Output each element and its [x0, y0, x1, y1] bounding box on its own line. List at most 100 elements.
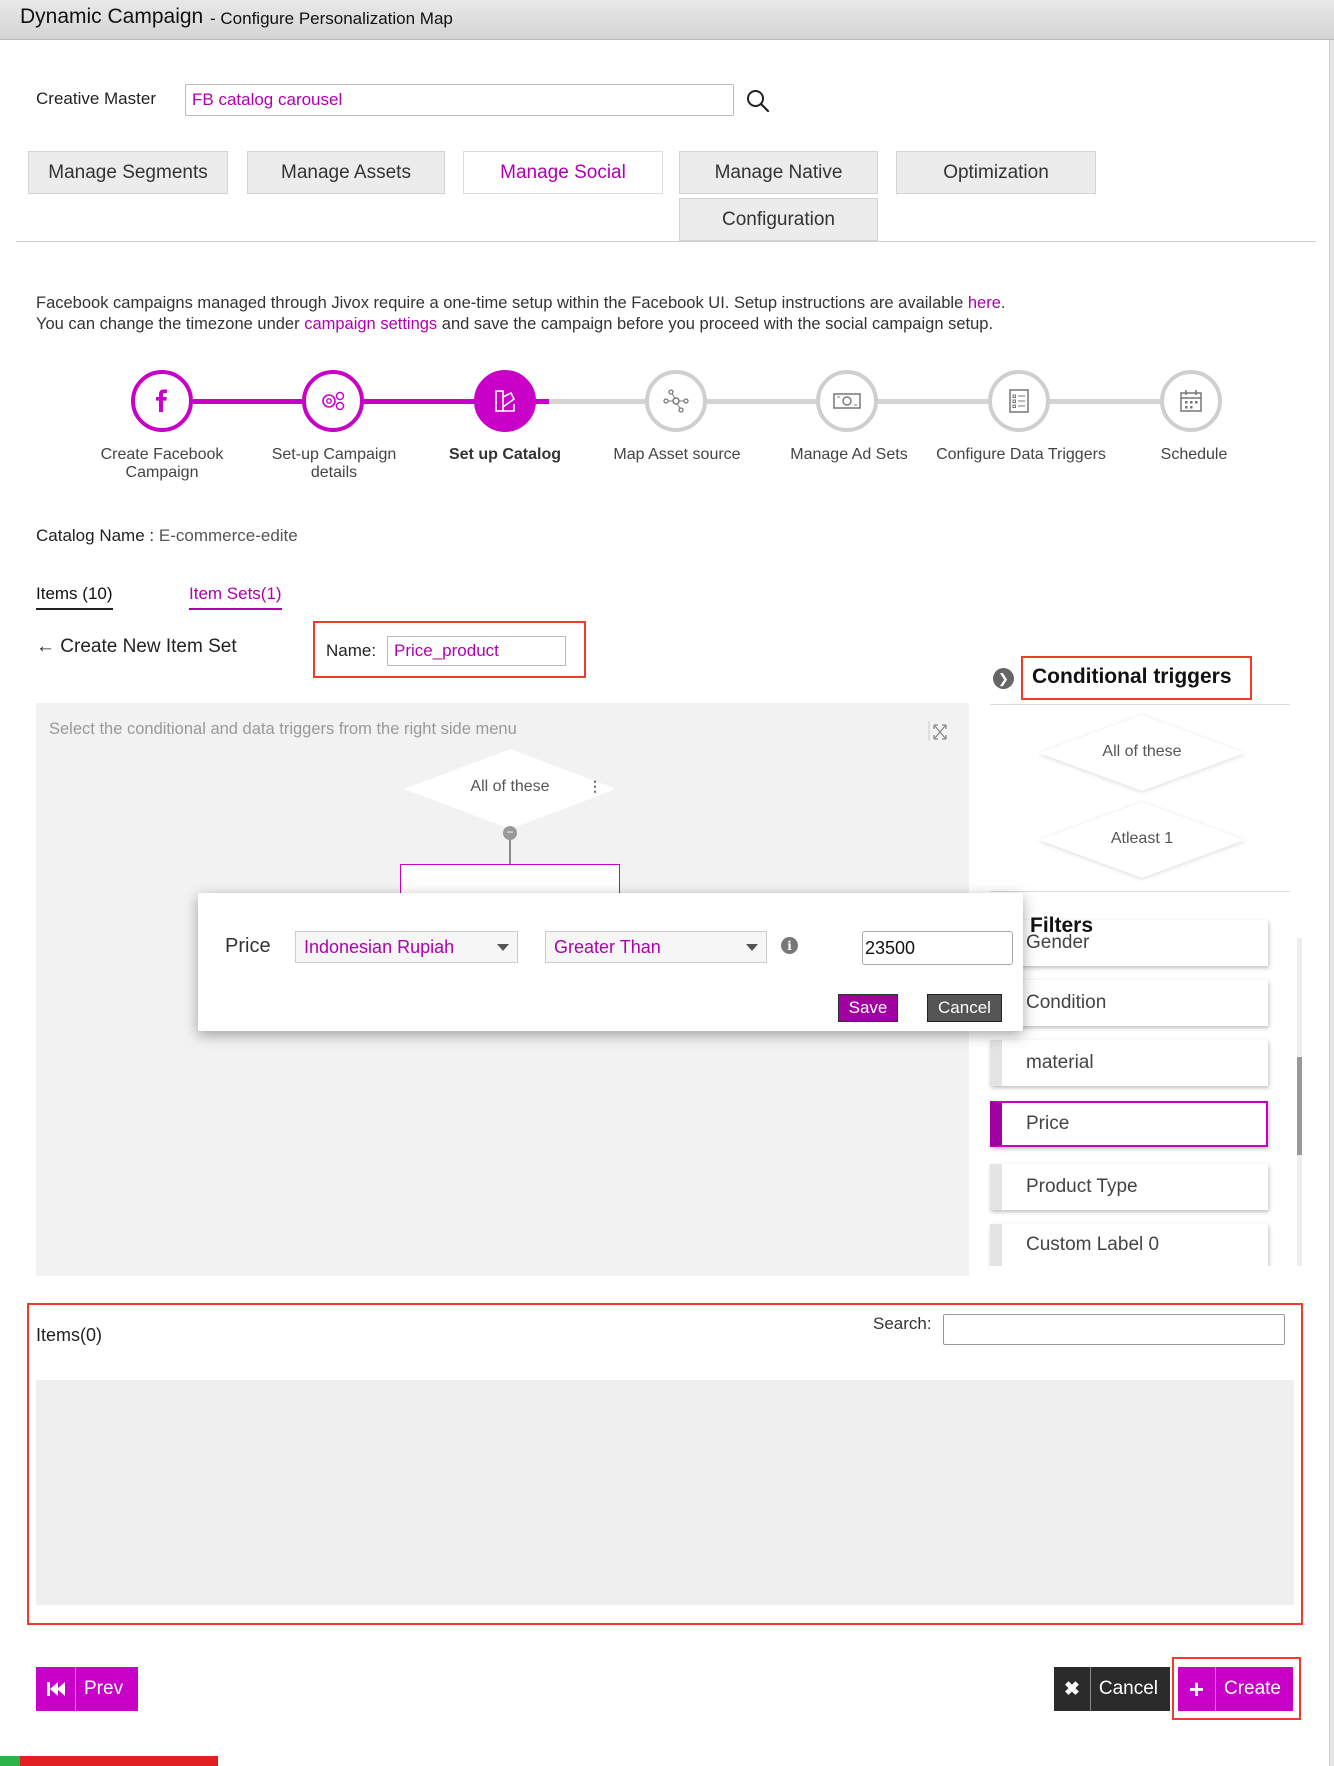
trigger-atleast-1-label: Atleast 1 [1110, 830, 1174, 847]
info-line2-suffix: and save the campaign before you proceed… [437, 315, 994, 333]
prev-label: Prev [84, 1678, 124, 1699]
creative-master-input[interactable] [185, 84, 734, 116]
filter-condition[interactable]: Condition [990, 980, 1268, 1026]
trigger-all-of-these-label: All of these [1102, 743, 1182, 760]
filter-price[interactable]: Price [990, 1101, 1268, 1147]
currency-value: Indonesian Rupiah [304, 936, 455, 957]
filter-material[interactable]: material [990, 1040, 1268, 1086]
trigger-all-of-these[interactable]: All of these [1036, 712, 1248, 794]
checklist-icon [1009, 389, 1029, 413]
chevron-down-icon [746, 943, 758, 951]
step-schedule[interactable] [1160, 370, 1222, 432]
more-vertical-icon[interactable]: ⋮ [588, 778, 602, 795]
create-label: Create [1223, 1678, 1281, 1699]
creative-master-label: Creative Master [36, 89, 156, 108]
bottom-status-bar [0, 1756, 218, 1766]
step-label-setup-campaign-details: Set-up Campaign details [271, 446, 397, 481]
collapse-node-icon[interactable]: − [503, 826, 517, 840]
arrow-left-icon: ← [36, 636, 55, 657]
info-line2-text: You can change the timezone under [36, 315, 305, 333]
cancel-button[interactable]: ✖ Cancel [1054, 1667, 1170, 1711]
filter-list-clip [990, 1266, 1290, 1278]
tab-manage-assets[interactable]: Manage Assets [247, 151, 445, 194]
network-icon [663, 389, 689, 413]
tab-item-sets[interactable]: Item Sets(1) [189, 584, 282, 610]
catalog-icon [495, 390, 516, 412]
items-count: Items(0) [36, 1325, 103, 1345]
items-list [36, 1380, 1294, 1605]
node-label: All of these [470, 778, 550, 795]
trigger-atleast-1[interactable]: Atleast 1 [1036, 799, 1248, 881]
step-label-manage-ad-sets: Manage Ad Sets [790, 446, 908, 463]
skip-back-icon [36, 1667, 76, 1711]
conditional-triggers-title: Conditional triggers [1032, 665, 1232, 688]
filters-scroll-thumb[interactable] [1297, 1057, 1302, 1155]
panel-divider-2 [990, 891, 1290, 892]
collapse-panel-icon[interactable]: ❯ [993, 668, 1014, 689]
popup-cancel-button[interactable]: Cancel [927, 994, 1002, 1022]
items-search-input[interactable] [943, 1314, 1285, 1345]
all-of-these-node[interactable]: All of these ⋮ [403, 748, 617, 830]
tabs-divider [16, 241, 1316, 242]
step-label-create-facebook-campaign: Create Facebook Campaign [100, 446, 224, 481]
filters-title: Filters [1030, 914, 1094, 937]
catalog-name-value: E-commerce-edite [158, 526, 298, 545]
step-label-setup-catalog: Set up Catalog [448, 446, 561, 463]
step-configure-data-triggers[interactable] [988, 370, 1050, 432]
popup-save-button[interactable]: Save [838, 994, 898, 1022]
title-bar: Dynamic Campaign - Configure Personaliza… [0, 0, 1334, 40]
facebook-icon [156, 389, 167, 412]
filter-custom-label-0[interactable]: Custom Label 0 [990, 1224, 1268, 1266]
close-icon: ✖ [1054, 1667, 1091, 1711]
operator-value: Greater Than [554, 936, 661, 957]
step-label-map-asset-source: Map Asset source [613, 446, 741, 463]
info-icon[interactable]: i [781, 937, 798, 954]
step-setup-catalog[interactable] [474, 370, 536, 432]
tab-optimization[interactable]: Optimization [896, 151, 1096, 194]
window-edge [1329, 40, 1334, 1766]
create-new-item-set[interactable]: ← Create New Item Set [36, 636, 237, 658]
info-text: Facebook campaigns managed through Jivox… [36, 293, 1005, 335]
tab-configuration[interactable]: Configuration [679, 198, 878, 241]
step-setup-campaign-details[interactable] [302, 370, 364, 432]
chevron-down-icon [497, 943, 509, 951]
panel-divider [990, 704, 1290, 705]
page-subtitle: - Configure Personalization Map [210, 9, 453, 28]
catalog-name: Catalog Name : E-commerce-edite [36, 526, 298, 546]
name-label: Name: [326, 641, 377, 660]
tab-manage-native[interactable]: Manage Native [679, 151, 878, 194]
operator-select[interactable]: Greater Than [545, 931, 767, 963]
search-icon[interactable] [745, 88, 771, 114]
gears-icon [322, 391, 345, 411]
filter-product-type[interactable]: Product Type [990, 1164, 1268, 1210]
node-connector [509, 840, 511, 864]
currency-select[interactable]: Indonesian Rupiah [295, 931, 518, 963]
info-line1-text: Facebook campaigns managed through Jivox… [36, 294, 968, 312]
items-search-label: Search: [873, 1314, 932, 1333]
create-button[interactable]: + Create [1178, 1667, 1293, 1711]
step-label-configure-data-triggers: Configure Data Triggers [936, 446, 1106, 463]
info-line1-suffix: . [1000, 294, 1006, 312]
calendar-icon [1180, 390, 1202, 412]
tab-manage-social[interactable]: Manage Social [463, 151, 663, 194]
cancel-label: Cancel [1098, 1678, 1158, 1699]
step-manage-ad-sets[interactable] [816, 370, 878, 432]
canvas-hint: Select the conditional and data triggers… [49, 720, 517, 738]
tab-items[interactable]: Items (10) [36, 584, 113, 610]
bottom-status-indicator [0, 1756, 20, 1766]
tab-manage-segments[interactable]: Manage Segments [28, 151, 228, 194]
setup-instructions-link[interactable]: here [968, 294, 1001, 312]
popup-field-label: Price [225, 935, 271, 957]
prev-button[interactable]: Prev [36, 1667, 138, 1711]
price-value-input[interactable] [862, 931, 1013, 965]
step-label-schedule: Schedule [1160, 446, 1228, 463]
money-icon [833, 393, 861, 409]
catalog-name-label: Catalog Name : [36, 526, 155, 545]
create-new-label: Create New Item Set [60, 636, 237, 657]
step-create-facebook-campaign[interactable] [131, 370, 193, 432]
expand-icon[interactable] [927, 720, 949, 742]
item-set-name-input[interactable] [387, 636, 566, 666]
step-map-asset-source[interactable] [645, 370, 707, 432]
page-title: Dynamic Campaign [20, 5, 204, 28]
campaign-settings-link[interactable]: campaign settings [304, 315, 437, 333]
